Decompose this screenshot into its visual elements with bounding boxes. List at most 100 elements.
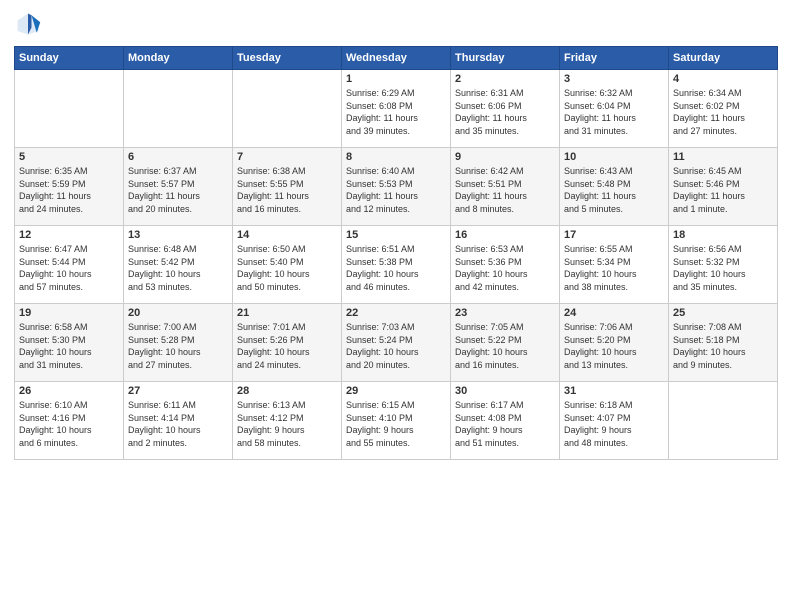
day-number: 30 xyxy=(455,385,555,397)
calendar-cell: 22 Sunrise: 7:03 AM Sunset: 5:24 PM Dayli… xyxy=(342,304,451,382)
logo xyxy=(14,10,46,38)
weekday-header-friday: Friday xyxy=(560,47,669,70)
day-number: 18 xyxy=(673,229,773,241)
calendar-week-row: 5 Sunrise: 6:35 AM Sunset: 5:59 PM Daylig… xyxy=(15,148,778,226)
calendar-cell: 19 Sunrise: 6:58 AM Sunset: 5:30 PM Dayli… xyxy=(15,304,124,382)
calendar-cell: 17Sunrise: 6:55 AM Sunset: 5:34 PM Dayli… xyxy=(560,226,669,304)
day-number: 27 xyxy=(128,385,228,397)
calendar-week-row: 12 Sunrise: 6:47 AM Sunset: 5:44 PM Dayli… xyxy=(15,226,778,304)
day-number: 9 xyxy=(455,151,555,163)
page-container: SundayMondayTuesdayWednesdayThursdayFrid… xyxy=(0,0,792,470)
day-number: 7 xyxy=(237,151,337,163)
calendar-week-row: 19 Sunrise: 6:58 AM Sunset: 5:30 PM Dayli… xyxy=(15,304,778,382)
calendar-cell: 3 Sunrise: 6:32 AM Sunset: 6:04 PM Daylig… xyxy=(560,70,669,148)
day-info: Sunrise: 6:29 AM Sunset: 6:08 PM Dayligh… xyxy=(346,87,446,137)
day-number: 17 xyxy=(564,229,664,241)
day-info: Sunrise: 6:42 AM Sunset: 5:51 PM Dayligh… xyxy=(455,165,555,215)
calendar-cell: 24 Sunrise: 7:06 AM Sunset: 5:20 PM Dayli… xyxy=(560,304,669,382)
calendar-table: SundayMondayTuesdayWednesdayThursdayFrid… xyxy=(14,46,778,460)
day-info: Sunrise: 6:17 AM Sunset: 4:08 PM Dayligh… xyxy=(455,399,555,449)
calendar-cell: 1 Sunrise: 6:29 AM Sunset: 6:08 PM Daylig… xyxy=(342,70,451,148)
calendar-cell: 31 Sunrise: 6:18 AM Sunset: 4:07 PM Dayli… xyxy=(560,382,669,460)
day-number: 31 xyxy=(564,385,664,397)
day-info: Sunrise: 7:01 AM Sunset: 5:26 PM Dayligh… xyxy=(237,321,337,371)
day-info: Sunrise: 6:43 AM Sunset: 5:48 PM Dayligh… xyxy=(564,165,664,215)
day-info: Sunrise: 6:37 AM Sunset: 5:57 PM Dayligh… xyxy=(128,165,228,215)
day-number: 3 xyxy=(564,73,664,85)
calendar-cell: 2 Sunrise: 6:31 AM Sunset: 6:06 PM Daylig… xyxy=(451,70,560,148)
day-info: Sunrise: 7:05 AM Sunset: 5:22 PM Dayligh… xyxy=(455,321,555,371)
weekday-header-wednesday: Wednesday xyxy=(342,47,451,70)
calendar-cell: 8 Sunrise: 6:40 AM Sunset: 5:53 PM Daylig… xyxy=(342,148,451,226)
calendar-cell: 5 Sunrise: 6:35 AM Sunset: 5:59 PM Daylig… xyxy=(15,148,124,226)
day-number: 26 xyxy=(19,385,119,397)
day-info: Sunrise: 6:50 AM Sunset: 5:40 PM Dayligh… xyxy=(237,243,337,293)
calendar-cell: 30 Sunrise: 6:17 AM Sunset: 4:08 PM Dayli… xyxy=(451,382,560,460)
day-number: 25 xyxy=(673,307,773,319)
day-number: 5 xyxy=(19,151,119,163)
day-number: 13 xyxy=(128,229,228,241)
weekday-header-row: SundayMondayTuesdayWednesdayThursdayFrid… xyxy=(15,47,778,70)
weekday-header-sunday: Sunday xyxy=(15,47,124,70)
day-number: 12 xyxy=(19,229,119,241)
day-info: Sunrise: 6:53 AM Sunset: 5:36 PM Dayligh… xyxy=(455,243,555,293)
calendar-cell xyxy=(124,70,233,148)
day-number: 19 xyxy=(19,307,119,319)
day-info: Sunrise: 6:18 AM Sunset: 4:07 PM Dayligh… xyxy=(564,399,664,449)
day-number: 2 xyxy=(455,73,555,85)
calendar-cell: 16 Sunrise: 6:53 AM Sunset: 5:36 PM Dayli… xyxy=(451,226,560,304)
calendar-cell: 4Sunrise: 6:34 AM Sunset: 6:02 PM Daylig… xyxy=(669,70,778,148)
calendar-cell xyxy=(233,70,342,148)
day-info: Sunrise: 6:15 AM Sunset: 4:10 PM Dayligh… xyxy=(346,399,446,449)
day-number: 28 xyxy=(237,385,337,397)
day-info: Sunrise: 6:10 AM Sunset: 4:16 PM Dayligh… xyxy=(19,399,119,449)
day-info: Sunrise: 6:56 AM Sunset: 5:32 PM Dayligh… xyxy=(673,243,773,293)
day-info: Sunrise: 6:47 AM Sunset: 5:44 PM Dayligh… xyxy=(19,243,119,293)
day-info: Sunrise: 6:51 AM Sunset: 5:38 PM Dayligh… xyxy=(346,243,446,293)
day-number: 20 xyxy=(128,307,228,319)
calendar-cell: 26 Sunrise: 6:10 AM Sunset: 4:16 PM Dayli… xyxy=(15,382,124,460)
day-info: Sunrise: 6:58 AM Sunset: 5:30 PM Dayligh… xyxy=(19,321,119,371)
day-number: 4 xyxy=(673,73,773,85)
weekday-header-monday: Monday xyxy=(124,47,233,70)
weekday-header-saturday: Saturday xyxy=(669,47,778,70)
day-info: Sunrise: 6:11 AM Sunset: 4:14 PM Dayligh… xyxy=(128,399,228,449)
calendar-week-row: 26 Sunrise: 6:10 AM Sunset: 4:16 PM Dayli… xyxy=(15,382,778,460)
day-number: 10 xyxy=(564,151,664,163)
calendar-cell: 12 Sunrise: 6:47 AM Sunset: 5:44 PM Dayli… xyxy=(15,226,124,304)
day-number: 8 xyxy=(346,151,446,163)
calendar-cell: 15 Sunrise: 6:51 AM Sunset: 5:38 PM Dayli… xyxy=(342,226,451,304)
day-info: Sunrise: 7:00 AM Sunset: 5:28 PM Dayligh… xyxy=(128,321,228,371)
calendar-cell: 27 Sunrise: 6:11 AM Sunset: 4:14 PM Dayli… xyxy=(124,382,233,460)
day-number: 1 xyxy=(346,73,446,85)
day-info: Sunrise: 6:45 AM Sunset: 5:46 PM Dayligh… xyxy=(673,165,773,215)
day-number: 21 xyxy=(237,307,337,319)
logo-icon xyxy=(14,10,42,38)
calendar-cell: 25 Sunrise: 7:08 AM Sunset: 5:18 PM Dayli… xyxy=(669,304,778,382)
calendar-cell: 7Sunrise: 6:38 AM Sunset: 5:55 PM Daylig… xyxy=(233,148,342,226)
calendar-cell xyxy=(669,382,778,460)
day-info: Sunrise: 7:08 AM Sunset: 5:18 PM Dayligh… xyxy=(673,321,773,371)
day-info: Sunrise: 6:48 AM Sunset: 5:42 PM Dayligh… xyxy=(128,243,228,293)
day-number: 15 xyxy=(346,229,446,241)
day-info: Sunrise: 7:06 AM Sunset: 5:20 PM Dayligh… xyxy=(564,321,664,371)
day-info: Sunrise: 6:35 AM Sunset: 5:59 PM Dayligh… xyxy=(19,165,119,215)
day-info: Sunrise: 6:31 AM Sunset: 6:06 PM Dayligh… xyxy=(455,87,555,137)
calendar-cell: 29 Sunrise: 6:15 AM Sunset: 4:10 PM Dayli… xyxy=(342,382,451,460)
calendar-cell: 13 Sunrise: 6:48 AM Sunset: 5:42 PM Dayli… xyxy=(124,226,233,304)
day-number: 14 xyxy=(237,229,337,241)
day-number: 29 xyxy=(346,385,446,397)
day-number: 16 xyxy=(455,229,555,241)
weekday-header-tuesday: Tuesday xyxy=(233,47,342,70)
weekday-header-thursday: Thursday xyxy=(451,47,560,70)
day-number: 24 xyxy=(564,307,664,319)
calendar-cell: 11 Sunrise: 6:45 AM Sunset: 5:46 PM Dayli… xyxy=(669,148,778,226)
day-number: 22 xyxy=(346,307,446,319)
day-info: Sunrise: 6:32 AM Sunset: 6:04 PM Dayligh… xyxy=(564,87,664,137)
day-number: 11 xyxy=(673,151,773,163)
calendar-cell: 10 Sunrise: 6:43 AM Sunset: 5:48 PM Dayli… xyxy=(560,148,669,226)
day-info: Sunrise: 7:03 AM Sunset: 5:24 PM Dayligh… xyxy=(346,321,446,371)
day-info: Sunrise: 6:40 AM Sunset: 5:53 PM Dayligh… xyxy=(346,165,446,215)
calendar-cell: 14 Sunrise: 6:50 AM Sunset: 5:40 PM Dayli… xyxy=(233,226,342,304)
calendar-week-row: 1 Sunrise: 6:29 AM Sunset: 6:08 PM Daylig… xyxy=(15,70,778,148)
